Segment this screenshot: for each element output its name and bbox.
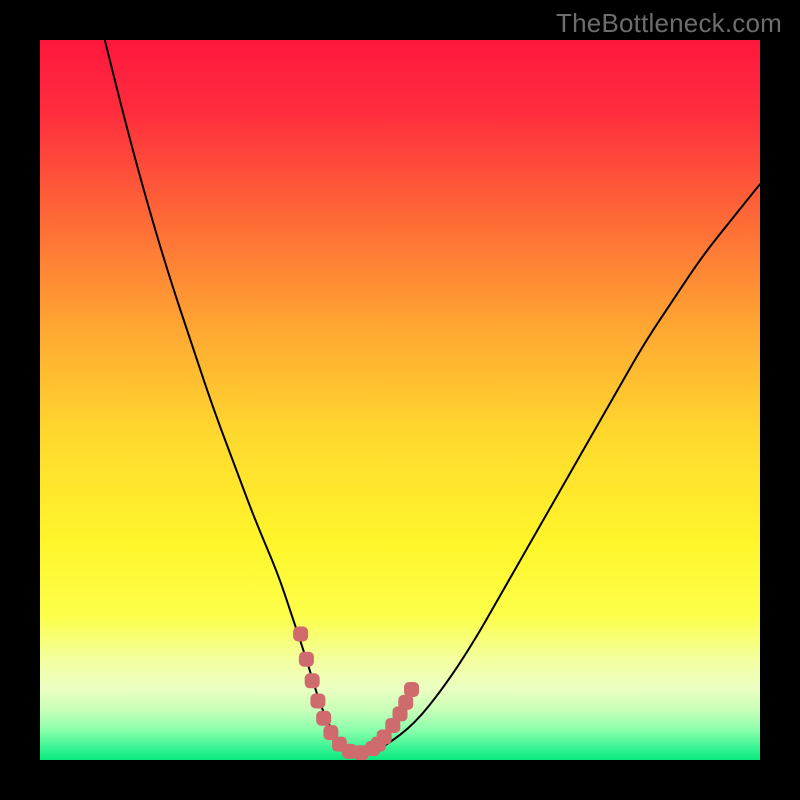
marker-point bbox=[404, 682, 419, 697]
marker-point bbox=[398, 695, 413, 710]
watermark-text: TheBottleneck.com bbox=[556, 8, 782, 39]
marker-point bbox=[310, 693, 325, 708]
highlight-markers bbox=[293, 627, 419, 761]
chart-frame: TheBottleneck.com bbox=[0, 0, 800, 800]
marker-point bbox=[316, 711, 331, 726]
bottleneck-curve bbox=[40, 40, 760, 760]
marker-point bbox=[305, 673, 320, 688]
marker-point bbox=[293, 627, 308, 642]
curve-line bbox=[105, 40, 760, 753]
plot-area bbox=[40, 40, 760, 760]
marker-point bbox=[299, 652, 314, 667]
